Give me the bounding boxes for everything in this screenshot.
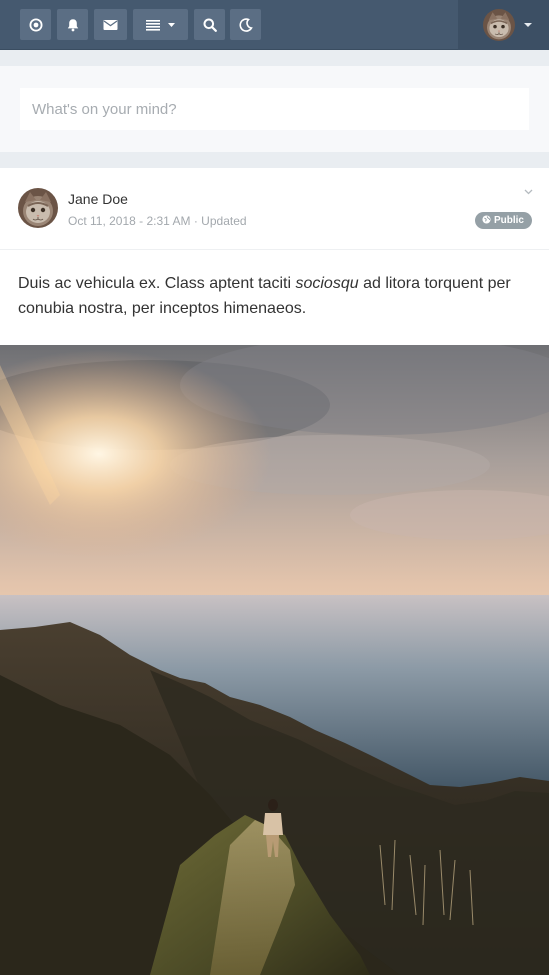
avatar	[483, 9, 515, 41]
post-text: Duis ac vehicula ex. Class aptent taciti…	[0, 250, 549, 345]
author-name[interactable]: Jane Doe	[68, 191, 128, 207]
messages-button[interactable]	[94, 9, 127, 40]
night-mode-button[interactable]	[230, 9, 261, 40]
envelope-icon	[103, 19, 118, 31]
moon-icon	[238, 17, 253, 32]
privacy-label: Public	[493, 215, 524, 226]
caret-down-icon	[524, 23, 532, 27]
author-avatar[interactable]	[18, 188, 58, 228]
post-text-part: Duis ac vehicula ex. Class aptent taciti	[18, 275, 296, 292]
notifications-button[interactable]	[57, 9, 88, 40]
privacy-badge: Public	[474, 212, 532, 229]
list-icon	[146, 19, 160, 31]
target-icon	[29, 18, 43, 32]
post-composer	[0, 66, 549, 152]
top-navbar	[0, 0, 549, 50]
search-icon	[203, 18, 217, 32]
search-button[interactable]	[194, 9, 225, 40]
chevron-down-icon	[524, 182, 533, 199]
menu-dropdown-button[interactable]	[133, 9, 188, 40]
user-menu[interactable]	[458, 0, 549, 50]
bell-icon	[66, 18, 80, 32]
post-text-emphasis: sociosqu	[295, 275, 359, 292]
globe-icon	[482, 214, 491, 227]
post-timestamp: Oct 11, 2018 - 2:31 AM · Updated	[68, 214, 247, 228]
status-input[interactable]	[20, 88, 529, 130]
post-image[interactable]	[0, 345, 549, 975]
post-header: Jane Doe Oct 11, 2018 - 2:31 AM · Update…	[0, 168, 549, 250]
post-card: Jane Doe Oct 11, 2018 - 2:31 AM · Update…	[0, 168, 549, 975]
post-menu-button[interactable]	[524, 182, 533, 200]
target-button[interactable]	[20, 9, 51, 40]
caret-down-icon	[168, 22, 175, 27]
